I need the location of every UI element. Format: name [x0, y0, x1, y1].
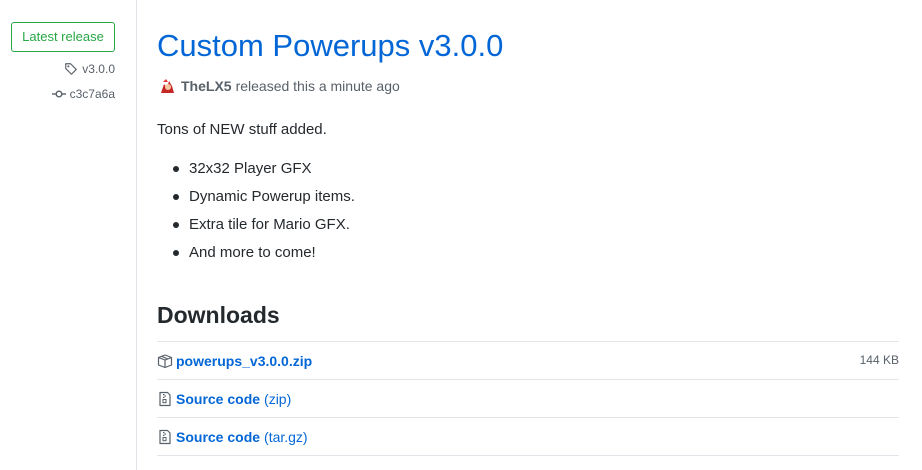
avatar[interactable]: [157, 76, 177, 96]
asset-download-link[interactable]: powerups_v3.0.0.zip: [176, 353, 312, 369]
bullet-icon: [173, 166, 179, 172]
list-item: And more to come!: [157, 241, 355, 269]
commit-icon: [51, 90, 66, 98]
latest-release-badge: Latest release: [11, 22, 115, 52]
release-page: Latest release v3.0.0 c3c7a6a Custom Pow…: [0, 0, 922, 470]
package-icon: [157, 353, 173, 368]
release-description: Tons of NEW stuff added.: [157, 121, 327, 138]
source-code-zip-link[interactable]: Source code: [176, 391, 260, 407]
tag-icon: [65, 63, 78, 75]
source-format-label: (tar.gz): [264, 428, 308, 445]
feature-list: 32x32 Player GFX Dynamic Powerup items. …: [157, 157, 355, 269]
commit-label: c3c7a6a: [69, 87, 115, 101]
asset-row-zip: powerups_v3.0.0.zip 144 KB: [157, 342, 899, 380]
list-item-text: And more to come!: [189, 244, 316, 261]
source-format-label: (zip): [264, 390, 292, 407]
release-byline: TheLX5 released this a minute ago: [157, 76, 400, 96]
list-item: Extra tile for Mario GFX.: [157, 213, 355, 241]
file-zip-icon: [159, 391, 171, 406]
list-item: Dynamic Powerup items.: [157, 185, 355, 213]
list-item-text: 32x32 Player GFX: [189, 160, 312, 177]
release-title[interactable]: Custom Powerups v3.0.0: [157, 26, 503, 66]
list-item: 32x32 Player GFX: [157, 157, 355, 185]
file-zip-icon: [159, 429, 171, 444]
list-item-text: Dynamic Powerup items.: [189, 188, 355, 205]
asset-list: powerups_v3.0.0.zip 144 KB Source code (…: [157, 341, 899, 456]
asset-size: 144 KB: [859, 353, 899, 367]
bullet-icon: [173, 250, 179, 256]
asset-row-source-zip: Source code (zip): [157, 380, 899, 418]
bullet-icon: [173, 222, 179, 228]
asset-row-source-targz: Source code (tar.gz): [157, 418, 899, 456]
list-item-text: Extra tile for Mario GFX.: [189, 216, 350, 233]
tag-label: v3.0.0: [82, 62, 115, 76]
bullet-icon: [173, 194, 179, 200]
released-text: released this a minute ago: [235, 78, 400, 94]
source-code-targz-link[interactable]: Source code: [176, 429, 260, 445]
downloads-heading: Downloads: [157, 302, 280, 328]
author-link[interactable]: TheLX5: [181, 78, 232, 94]
commit-link[interactable]: c3c7a6a: [51, 87, 115, 101]
release-sidebar: Latest release v3.0.0 c3c7a6a: [0, 0, 137, 470]
tag-link[interactable]: v3.0.0: [64, 62, 115, 76]
